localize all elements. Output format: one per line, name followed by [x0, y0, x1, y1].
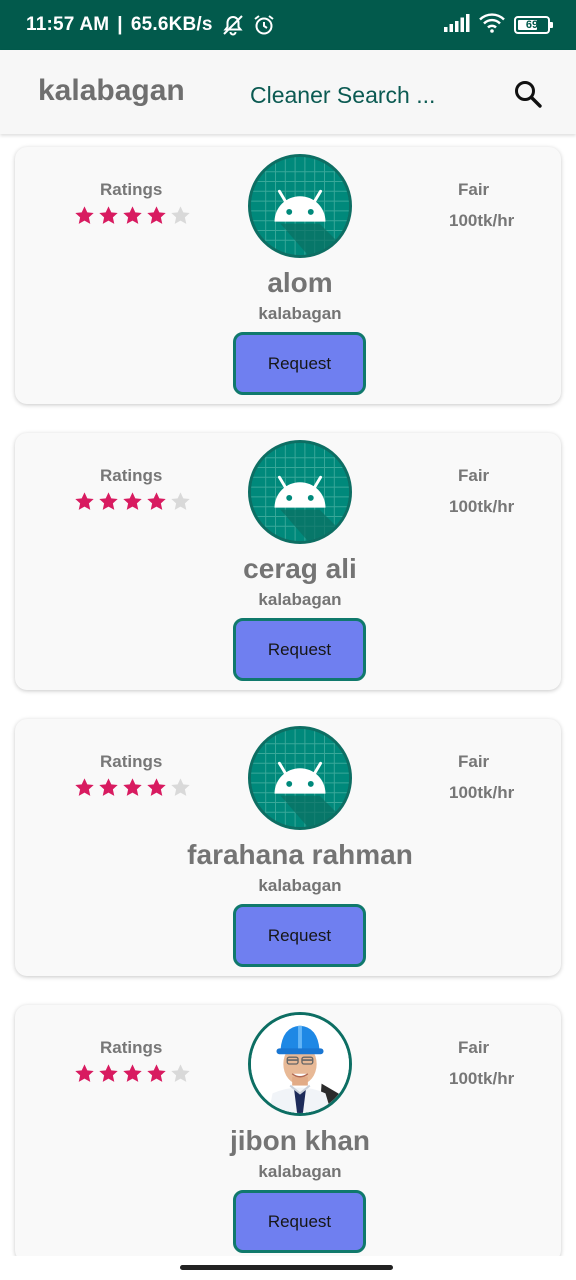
request-button[interactable]: Request — [233, 904, 366, 967]
cleaner-card: Ratings Fair 100tk/hr farahana rahman ka… — [15, 719, 561, 976]
status-bar: 11:57 AM | 65.6KB/s 69 — [0, 0, 576, 50]
android-icon — [251, 729, 349, 827]
hourly-rate: 100tk/hr — [449, 211, 515, 230]
star-filled-icon — [74, 1063, 95, 1084]
worker-photo — [251, 1015, 349, 1113]
star-filled-icon — [74, 205, 95, 226]
android-icon — [251, 157, 349, 255]
search-button[interactable] — [508, 74, 548, 114]
cleaner-location: kalabagan — [258, 1162, 342, 1181]
avatar — [248, 440, 352, 544]
star-filled-icon — [122, 205, 143, 226]
cleaner-location: kalabagan — [258, 876, 342, 895]
status-right: 69 — [444, 12, 553, 38]
fair-label: Fair — [458, 1038, 490, 1057]
avatar — [248, 154, 352, 258]
page-title: kalabagan — [38, 74, 185, 107]
status-separator: | — [117, 14, 123, 35]
star-filled-icon — [146, 777, 167, 798]
star-filled-icon — [146, 1063, 167, 1084]
star-filled-icon — [98, 777, 119, 798]
cleaner-name: cerag ali — [243, 553, 357, 584]
cleaner-card: Ratings Fair 100tk/hr alom kalabagan Req… — [15, 147, 561, 404]
star-filled-icon — [122, 1063, 143, 1084]
cleaner-location: kalabagan — [258, 304, 342, 323]
ratings-label: Ratings — [100, 752, 163, 771]
rating-stars — [74, 1063, 191, 1084]
network-speed: 65.6KB/s — [130, 14, 213, 35]
search-icon — [515, 81, 542, 108]
signal-icon — [444, 13, 470, 37]
star-filled-icon — [122, 491, 143, 512]
gesture-handle[interactable] — [180, 1265, 393, 1270]
hourly-rate: 100tk/hr — [449, 783, 515, 802]
star-filled-icon — [122, 777, 143, 798]
rating-stars — [74, 205, 191, 226]
star-filled-icon — [98, 205, 119, 226]
cleaner-name: farahana rahman — [187, 839, 413, 870]
fair-label: Fair — [458, 466, 490, 485]
battery-icon: 69 — [514, 16, 553, 34]
star-empty-icon — [170, 491, 191, 512]
star-filled-icon — [146, 205, 167, 226]
fair-label: Fair — [458, 752, 490, 771]
avatar — [248, 726, 352, 830]
ratings-label: Ratings — [100, 180, 163, 199]
clock: 11:57 AM — [26, 14, 110, 35]
battery-percent: 69 — [525, 19, 539, 31]
request-button[interactable]: Request — [233, 332, 366, 395]
cleaner-name: alom — [267, 267, 333, 298]
app-bar: kalabagan Cleaner Search ... — [0, 50, 576, 134]
search-subtitle: Cleaner Search ... — [250, 82, 436, 108]
star-empty-icon — [170, 777, 191, 798]
request-button[interactable]: Request — [233, 1190, 366, 1253]
ratings-label: Ratings — [100, 1038, 163, 1057]
star-filled-icon — [98, 1063, 119, 1084]
android-icon — [251, 443, 349, 541]
cleaner-name: jibon khan — [230, 1125, 370, 1156]
avatar — [248, 1012, 352, 1116]
hourly-rate: 100tk/hr — [449, 1069, 515, 1088]
star-filled-icon — [74, 491, 95, 512]
star-empty-icon — [170, 205, 191, 226]
cleaner-card: Ratings Fair 100tk/hr jibon khan kalabag… — [15, 1005, 561, 1256]
star-filled-icon — [146, 491, 167, 512]
star-filled-icon — [98, 491, 119, 512]
star-empty-icon — [170, 1063, 191, 1084]
rating-stars — [74, 777, 191, 798]
cleaner-card: Ratings Fair 100tk/hr cerag ali kalabaga… — [15, 433, 561, 690]
hourly-rate: 100tk/hr — [449, 497, 515, 516]
mute-icon — [221, 14, 245, 36]
wifi-icon — [479, 12, 505, 38]
rating-stars — [74, 491, 191, 512]
cleaner-location: kalabagan — [258, 590, 342, 609]
cleaner-list[interactable]: Ratings Fair 100tk/hr alom kalabagan Req… — [0, 134, 576, 1256]
status-left: 11:57 AM | 65.6KB/s — [26, 14, 275, 36]
request-button[interactable]: Request — [233, 618, 366, 681]
alarm-icon — [253, 14, 275, 36]
ratings-label: Ratings — [100, 466, 163, 485]
fair-label: Fair — [458, 180, 490, 199]
star-filled-icon — [74, 777, 95, 798]
